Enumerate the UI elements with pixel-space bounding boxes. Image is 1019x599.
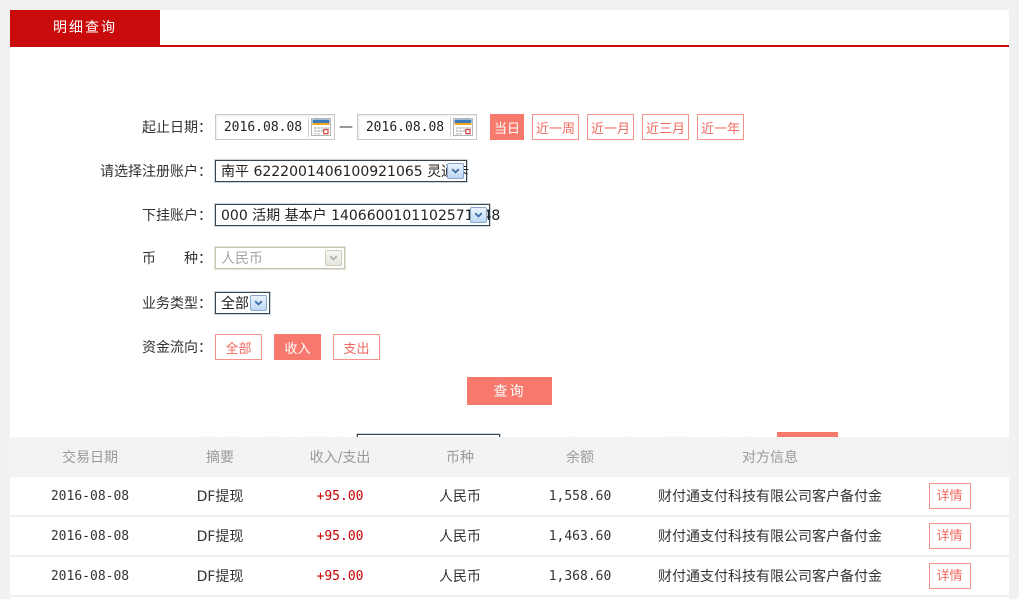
cell-amount: +95.00 <box>280 529 400 544</box>
detail-button[interactable]: 详情 <box>929 563 971 589</box>
end-date-calendar-icon[interactable] <box>450 117 474 137</box>
fund-direction-income-button[interactable]: 收入 <box>274 334 321 360</box>
detail-button[interactable]: 详情 <box>929 483 971 509</box>
cell-counterparty: 财付通支付科技有限公司客户备付金 <box>640 526 900 546</box>
cell-trade-date: 2016-08-08 <box>20 529 160 544</box>
cell-trade-date: 2016-08-08 <box>20 569 160 584</box>
cell-balance: 1,558.60 <box>520 489 640 504</box>
register-account-value: 南平 6222001406100921065 灵通卡 <box>221 161 469 181</box>
chevron-down-icon <box>250 295 267 311</box>
date-range-row: 起止日期： <box>10 113 744 141</box>
cell-currency: 人民币 <box>400 526 520 546</box>
end-date-input[interactable] <box>358 115 446 139</box>
sub-account-label: 下挂账户： <box>10 205 215 225</box>
tab-detail-query[interactable]: 明细查询 <box>10 10 160 47</box>
business-type-row: 业务类型： 全部 <box>10 292 270 314</box>
cell-amount: +95.00 <box>280 489 400 504</box>
cell-balance: 1,463.60 <box>520 529 640 544</box>
tab-bar: 明细查询 <box>10 10 1009 47</box>
chevron-down-icon <box>470 207 487 223</box>
cell-amount: +95.00 <box>280 569 400 584</box>
business-type-label: 业务类型： <box>10 293 215 313</box>
fund-direction-row: 资金流向： 全部 收入 支出 <box>10 334 380 360</box>
query-form: 起止日期： <box>10 47 1009 427</box>
register-account-row: 请选择注册账户： 南平 6222001406100921065 灵通卡 <box>10 160 467 182</box>
header-income-expense: 收入/支出 <box>280 447 400 467</box>
quick-date-year-button[interactable]: 近一年 <box>697 114 744 140</box>
quick-date-week-button[interactable]: 近一周 <box>532 114 579 140</box>
table-row: 2016-08-08 DF提现 +95.00 人民币 1,463.60 财付通支… <box>10 517 1009 557</box>
quick-date-month-button[interactable]: 近一月 <box>587 114 634 140</box>
quick-date-3months-button[interactable]: 近三月 <box>642 114 689 140</box>
business-type-value: 全部 <box>221 293 249 313</box>
quick-date-today-button[interactable]: 当日 <box>490 114 524 140</box>
detail-button[interactable]: 详情 <box>929 523 971 549</box>
cell-summary: DF提现 <box>160 566 280 586</box>
header-currency: 币种 <box>400 447 520 467</box>
currency-label: 币 种： <box>10 248 215 268</box>
cell-summary: DF提现 <box>160 526 280 546</box>
content-panel: 明细查询 起止日期： <box>10 10 1009 599</box>
header-balance: 余额 <box>520 447 640 467</box>
start-date-calendar-icon[interactable] <box>308 117 332 137</box>
end-date-input-box <box>357 114 477 140</box>
currency-value: 人民币 <box>221 248 263 268</box>
cell-currency: 人民币 <box>400 486 520 506</box>
header-summary: 摘要 <box>160 447 280 467</box>
cell-summary: DF提现 <box>160 486 280 506</box>
table-row: 2016-08-08 DF提现 +95.00 人民币 1,558.60 财付通支… <box>10 477 1009 517</box>
register-account-select[interactable]: 南平 6222001406100921065 灵通卡 <box>215 160 467 182</box>
start-date-input[interactable] <box>216 115 304 139</box>
date-range-label: 起止日期： <box>10 117 215 137</box>
business-type-select[interactable]: 全部 <box>215 292 270 314</box>
currency-select: 人民币 <box>215 247 345 269</box>
cell-currency: 人民币 <box>400 566 520 586</box>
cell-balance: 1,368.60 <box>520 569 640 584</box>
page-background: 明细查询 起止日期： <box>0 0 1019 599</box>
table-header-row: 交易日期 摘要 收入/支出 币种 余额 对方信息 <box>10 437 1009 477</box>
chevron-down-icon <box>447 163 464 179</box>
query-button[interactable]: 查询 <box>467 377 552 405</box>
sub-account-value: 000 活期 基本户 1406600101102571848 <box>221 205 500 225</box>
cell-counterparty: 财付通支付科技有限公司客户备付金 <box>640 486 900 506</box>
sub-account-select[interactable]: 000 活期 基本户 1406600101102571848 <box>215 204 490 226</box>
chevron-down-icon <box>325 250 342 266</box>
date-range-separator: — <box>335 119 357 135</box>
cell-trade-date: 2016-08-08 <box>20 489 160 504</box>
fund-direction-expense-button[interactable]: 支出 <box>333 334 380 360</box>
currency-row: 币 种： 人民币 <box>10 247 345 269</box>
register-account-label: 请选择注册账户： <box>10 161 215 181</box>
results-table: 交易日期 摘要 收入/支出 币种 余额 对方信息 2016-08-08 DF提现… <box>10 437 1009 597</box>
header-counterparty: 对方信息 <box>640 447 900 467</box>
fund-direction-all-button[interactable]: 全部 <box>215 334 262 360</box>
cell-counterparty: 财付通支付科技有限公司客户备付金 <box>640 566 900 586</box>
sub-account-row: 下挂账户： 000 活期 基本户 1406600101102571848 <box>10 204 490 226</box>
header-trade-date: 交易日期 <box>20 447 160 467</box>
table-row: 2016-08-08 DF提现 +95.00 人民币 1,368.60 财付通支… <box>10 557 1009 597</box>
start-date-input-box <box>215 114 335 140</box>
fund-direction-label: 资金流向： <box>10 337 215 357</box>
